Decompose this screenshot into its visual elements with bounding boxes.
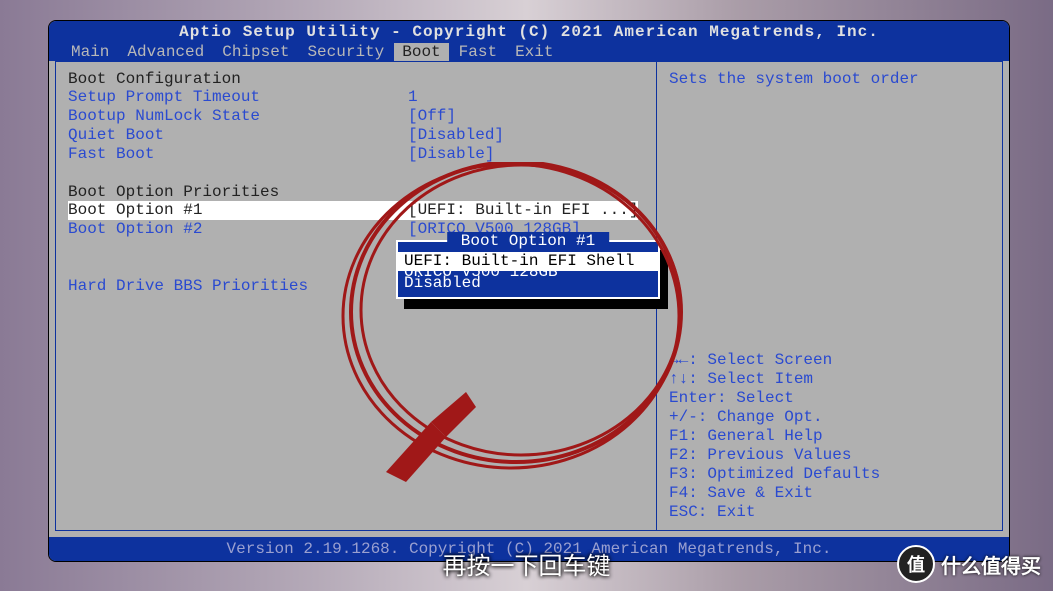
value: [Off] [408,107,456,126]
help-line: +/-: Change Opt. [669,408,990,427]
main-area: Boot Configuration Setup Prompt Timeout … [55,61,1003,531]
menu-bar[interactable]: Main Advanced Chipset Security Boot Fast… [49,43,1009,61]
watermark-text: 什么值得买 [941,550,1041,579]
key-help: →←: Select Screen ↑↓: Select Item Enter:… [669,351,990,522]
menu-boot[interactable]: Boot [394,43,448,61]
row-quiet-boot[interactable]: Quiet Boot [Disabled] [68,126,644,145]
help-pane: Sets the system boot order →←: Select Sc… [657,61,1003,531]
value: [Disabled] [408,126,504,145]
menu-exit[interactable]: Exit [507,43,561,61]
row-bootup-numlock[interactable]: Bootup NumLock State [Off] [68,107,644,126]
description-text: Sets the system boot order [669,70,990,88]
menu-advanced[interactable]: Advanced [119,43,212,61]
help-line: F3: Optimized Defaults [669,465,990,484]
row-setup-prompt-timeout[interactable]: Setup Prompt Timeout 1 [68,88,644,107]
label: Boot Option #2 [68,220,408,239]
help-line: F4: Save & Exit [669,484,990,503]
value: [Disable] [408,145,494,164]
value: 1 [408,88,418,107]
label: Bootup NumLock State [68,107,408,126]
help-line: ESC: Exit [669,503,990,522]
menu-security[interactable]: Security [299,43,392,61]
boot-option-popup[interactable]: Boot Option #1 UEFI: Built-in EFI Shell … [396,240,660,299]
label: Quiet Boot [68,126,408,145]
menu-fast[interactable]: Fast [451,43,505,61]
watermark: 值 什么值得买 [897,545,1041,583]
bios-screen: Aptio Setup Utility - Copyright (C) 2021… [48,20,1010,562]
menu-chipset[interactable]: Chipset [214,43,297,61]
help-line: F2: Previous Values [669,446,990,465]
value: [UEFI: Built-in EFI ...] [408,201,638,220]
title-bar: Aptio Setup Utility - Copyright (C) 2021… [49,21,1009,43]
section-heading-boot-priorities: Boot Option Priorities [68,183,644,201]
help-line: →←: Select Screen [669,351,990,370]
label: Hard Drive BBS Priorities [68,277,408,296]
watermark-badge-icon: 值 [897,545,935,583]
row-boot-option-1[interactable]: Boot Option #1 [UEFI: Built-in EFI ...] [68,201,644,220]
help-line: Enter: Select [669,389,990,408]
section-heading-boot-config: Boot Configuration [68,70,644,88]
label: Setup Prompt Timeout [68,88,408,107]
settings-pane: Boot Configuration Setup Prompt Timeout … [55,61,657,531]
menu-main[interactable]: Main [63,43,117,61]
label: Fast Boot [68,145,408,164]
label: Boot Option #1 [68,201,408,220]
video-subtitle: 再按一下回车键 [0,546,1053,581]
popup-title: Boot Option #1 [447,232,609,250]
help-line: F1: General Help [669,427,990,446]
help-line: ↑↓: Select Item [669,370,990,389]
row-fast-boot[interactable]: Fast Boot [Disable] [68,145,644,164]
